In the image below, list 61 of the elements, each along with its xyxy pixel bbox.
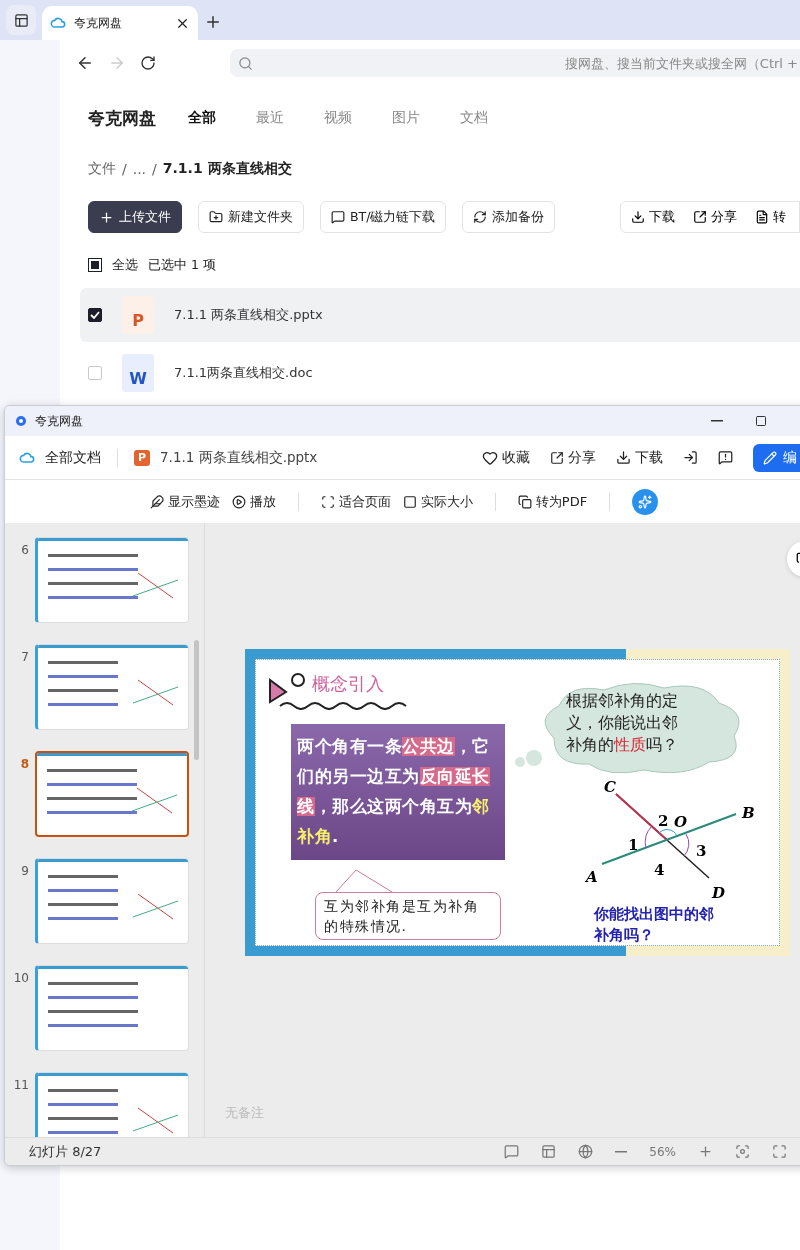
bulk-action-button[interactable]: 转 [755, 208, 786, 226]
select-all-label: 全选 [112, 256, 138, 274]
slide-number: 6 [20, 542, 29, 559]
slide-number: 8 [19, 756, 29, 773]
edit-button[interactable]: 编 [753, 443, 800, 472]
header-action-button[interactable]: 收藏 [482, 448, 530, 467]
action-button[interactable]: BT/磁力链下载 [320, 201, 447, 233]
category-tab[interactable]: 文档 [460, 109, 488, 127]
point-label: 4 [654, 861, 665, 879]
selection-count: 已选中 1 项 [148, 256, 216, 274]
toolbar-button[interactable]: 实际大小 [402, 492, 473, 511]
slide-number: 11 [13, 1077, 29, 1094]
all-documents-link[interactable]: 全部文档 [45, 448, 101, 467]
slide-number: 7 [20, 649, 29, 666]
breadcrumb-item[interactable]: 文件 [88, 160, 116, 178]
brand-title: 夸克网盘 [88, 106, 156, 130]
action-button[interactable]: 新建文件夹 [198, 201, 304, 233]
slide-title: 概念引入 [312, 672, 384, 696]
question-text: 你能找出图中的邻补角吗？ [594, 904, 715, 946]
browser-tab[interactable]: 夸克网盘 [42, 6, 198, 40]
file-type-icon: W [122, 354, 154, 392]
cloud-text: 根据邻补角的定义，你能说出邻补角的性质吗？ [566, 691, 679, 756]
file-name: 7.1.1 两条直线相交.pptx [174, 306, 323, 324]
category-tab[interactable]: 全部 [188, 109, 216, 127]
category-tab[interactable]: 最近 [256, 109, 284, 127]
zoom-level: 56% [649, 1144, 676, 1159]
breadcrumb-item[interactable]: 7.1.1 两条直线相交 [162, 160, 292, 178]
point-label: 3 [696, 842, 707, 860]
point-label: B [742, 804, 755, 822]
pptx-icon: P [134, 449, 150, 466]
point-label: A [586, 868, 598, 886]
slide-number: 10 [13, 970, 29, 987]
slide-counter: 幻灯片 8/27 [29, 1142, 102, 1161]
toolbar-button[interactable]: 适合页面 [320, 492, 391, 511]
breadcrumb-item[interactable]: ... [132, 161, 147, 177]
document-title: 7.1.1 两条直线相交.pptx [160, 448, 318, 467]
file-name: 7.1.1两条直线相交.doc [174, 364, 313, 382]
point-label: 1 [628, 836, 639, 854]
bulk-action-button[interactable]: 下载 [631, 208, 675, 226]
point-label: D [712, 884, 725, 902]
point-label: C [604, 778, 616, 796]
action-button[interactable]: 上传文件 [88, 201, 182, 233]
toolbar-button[interactable]: 显示墨迹 [149, 492, 220, 511]
action-button[interactable]: 添加备份 [462, 201, 556, 233]
bulk-action-button[interactable]: 分享 [693, 208, 737, 226]
file-type-icon: P [122, 296, 154, 334]
category-tab[interactable]: 图片 [392, 109, 420, 127]
header-action-button[interactable]: 分享 [550, 448, 596, 467]
breadcrumb-separator: / [152, 161, 157, 177]
header-action-button[interactable]: 下载 [616, 448, 663, 467]
file-row[interactable]: P 7.1.1 两条直线相交.pptx [80, 288, 800, 342]
window-title: 夸克网盘 [35, 412, 83, 430]
point-label: O [674, 813, 688, 831]
slide-number: 9 [20, 863, 29, 880]
breadcrumb-separator: / [122, 161, 127, 177]
definition-text: 两个角有一条公共边，它们的另一边互为反向延长线，那么这两个角互为邻补角. [291, 724, 505, 860]
category-tab[interactable]: 视频 [324, 109, 352, 127]
point-label: 2 [658, 812, 669, 830]
toolbar-button[interactable]: 转为PDF [517, 492, 588, 511]
search-field[interactable]: 搜网盘、搜当前文件夹或搜全网（Ctrl + [230, 49, 800, 77]
toolbar-button[interactable]: 播放 [231, 492, 276, 511]
